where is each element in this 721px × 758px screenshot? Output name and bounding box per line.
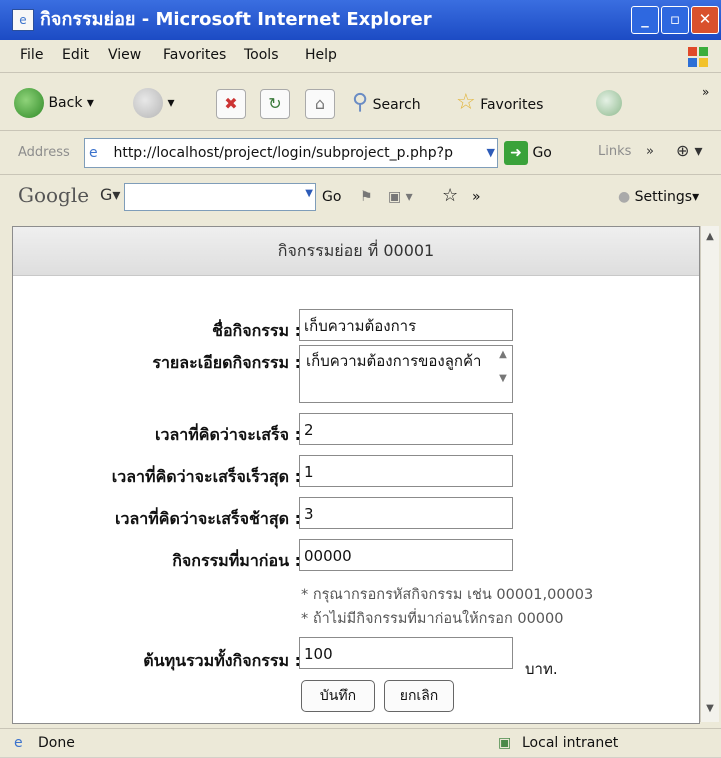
total-cost-input[interactable]: 100 [299, 637, 513, 669]
history-button[interactable] [596, 86, 622, 120]
maximize-button[interactable]: ▫ [661, 6, 689, 34]
close-button[interactable]: ✕ [691, 6, 719, 34]
menu-tools[interactable]: Tools [244, 47, 279, 63]
history-icon [596, 90, 622, 116]
windows-flag-icon [685, 44, 711, 70]
back-arrow-icon [14, 88, 44, 118]
page-icon: e [89, 145, 98, 161]
menu-view[interactable]: View [108, 47, 141, 63]
scroll-up-icon[interactable]: ▲ [703, 230, 717, 244]
google-toolbar: Google G▾ ▼ Go ⚑ ▣ ▾ ☆ » ● Settings▾ [0, 174, 721, 219]
google-logo: Google [18, 183, 90, 207]
predecessor-note-1: * กรุณากรอกรหัสกิจกรรม เช่น 00001,00003 [301, 587, 594, 603]
optimistic-time-input[interactable]: 1 [299, 455, 513, 487]
address-label: Address [18, 145, 70, 160]
forward-button[interactable]: ▾ [133, 86, 174, 120]
predecessor-label: กิจกรรมที่มาก่อน : [172, 551, 301, 570]
scroll-down-icon[interactable]: ▼ [703, 702, 717, 716]
minimize-button[interactable]: _ [631, 6, 659, 34]
toolbar-overflow[interactable]: » [702, 75, 709, 109]
currency-unit: บาท. [525, 660, 558, 678]
refresh-icon[interactable]: ↻ [260, 89, 290, 119]
go-button[interactable]: ➜ Go [504, 139, 552, 167]
save-button[interactable]: บันทึก [301, 680, 375, 712]
activity-detail-text: เก็บความต้องการของลูกค้า [306, 352, 482, 370]
form-heading: กิจกรรมย่อย ที่ 00001 [13, 227, 699, 276]
home-icon[interactable]: ⌂ [305, 89, 335, 119]
stop-icon[interactable]: ✖ [216, 89, 246, 119]
title-bar: e กิจกรรมย่อย - Microsoft Internet Explo… [0, 0, 721, 40]
page-content: กิจกรรมย่อย ที่ 00001 ชื่อกิจกรรม : เก็บ… [12, 226, 700, 724]
address-url: http://localhost/project/login/subprojec… [113, 145, 453, 161]
zone-text: Local intranet [522, 735, 619, 751]
favorites-button[interactable]: ☆ Favorites [456, 86, 543, 120]
ie-icon: e [12, 9, 34, 31]
page-done-icon: e [14, 735, 23, 751]
translate-icon[interactable]: ⊕ ▾ [676, 141, 703, 160]
pessimistic-time-input[interactable]: 3 [299, 497, 513, 529]
menu-favorites[interactable]: Favorites [163, 47, 226, 63]
menu-file[interactable]: File [20, 47, 43, 63]
status-text: Done [38, 735, 75, 751]
textarea-scrollbar[interactable]: ▲ ▼ [496, 349, 510, 399]
menu-help[interactable]: Help [305, 47, 337, 63]
activity-detail-label: รายละเอียดกิจกรรม : [152, 353, 301, 372]
google-menu-button[interactable]: G▾ [100, 185, 120, 204]
activity-detail-textarea[interactable]: เก็บความต้องการของลูกค้า ▲ ▼ [299, 345, 513, 403]
predecessor-input[interactable]: 00000 [299, 539, 513, 571]
address-bar: Address e http://localhost/project/login… [0, 130, 721, 175]
page-scrollbar[interactable]: ▲ ▼ [700, 226, 719, 722]
back-button[interactable]: Back ▾ [14, 86, 94, 120]
search-button[interactable]: ⚲ Search [352, 86, 421, 120]
google-dropdown-icon[interactable]: ▼ [305, 188, 313, 199]
blocker-icon[interactable]: ▣ ▾ [388, 189, 413, 205]
star-icon: ☆ [456, 90, 476, 115]
total-cost-label: ต้นทุนรวมทั้งกิจกรรม : [143, 651, 301, 670]
address-input[interactable]: e http://localhost/project/login/subproj… [84, 138, 498, 168]
settings-icon: ● [618, 189, 631, 205]
pagerank-icon[interactable]: ⚑ [360, 189, 373, 205]
google-overflow[interactable]: » [472, 189, 481, 205]
standard-toolbar: Back ▾ ▾ ✖ ↻ ⌂ ⚲ Search ☆ Favorites » [0, 72, 721, 131]
expected-time-label: เวลาที่คิดว่าจะเสร็จ : [155, 425, 301, 444]
cancel-button[interactable]: ยกเลิก [384, 680, 454, 712]
go-arrow-icon: ➜ [504, 141, 528, 165]
browser-window: e กิจกรรมย่อย - Microsoft Internet Explo… [0, 0, 721, 757]
menu-bar: File Edit View Favorites Tools Help [0, 40, 721, 70]
links-label[interactable]: Links [598, 144, 631, 159]
google-go-button[interactable]: Go [322, 189, 341, 205]
pessimistic-time-label: เวลาที่คิดว่าจะเสร็จช้าสุด : [115, 509, 301, 528]
links-overflow[interactable]: » [646, 144, 654, 159]
google-search-input[interactable]: ▼ [124, 183, 316, 211]
intranet-icon: ▣ [498, 735, 512, 751]
activity-name-label: ชื่อกิจกรรม : [212, 321, 301, 340]
address-dropdown-icon[interactable]: ▼ [487, 139, 495, 167]
status-bar: e Done ▣ Local intranet [0, 728, 721, 758]
bookmark-star-icon[interactable]: ☆ [442, 185, 458, 206]
expected-time-input[interactable]: 2 [299, 413, 513, 445]
forward-arrow-icon [133, 88, 163, 118]
menu-edit[interactable]: Edit [62, 47, 89, 63]
window-title: กิจกรรมย่อย - Microsoft Internet Explore… [40, 9, 432, 30]
search-icon: ⚲ [352, 90, 369, 115]
google-settings-button[interactable]: ● Settings▾ [618, 189, 699, 205]
optimistic-time-label: เวลาที่คิดว่าจะเสร็จเร็วสุด : [111, 467, 301, 486]
predecessor-note-2: * ถ้าไม่มีกิจกรรมที่มาก่อนให้กรอก 00000 [301, 611, 564, 627]
activity-name-input[interactable]: เก็บความต้องการ [299, 309, 513, 341]
